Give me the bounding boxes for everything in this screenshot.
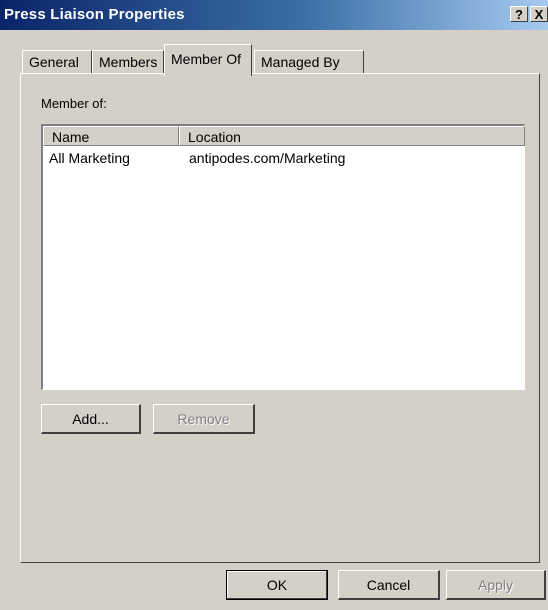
member-of-list[interactable]: Name Location All Marketing antipodes.co… [41,124,525,390]
ok-button[interactable]: OK [226,570,328,600]
add-button[interactable]: Add... [41,404,141,434]
column-header-location[interactable]: Location [179,126,525,146]
list-item-location: antipodes.com/Marketing [189,150,346,166]
apply-button[interactable]: Apply [446,570,546,600]
cancel-button[interactable]: Cancel [338,570,440,600]
help-button[interactable]: ? [510,6,528,22]
close-button[interactable]: X [530,6,548,22]
tab-member-of[interactable]: Member Of [164,44,252,76]
list-item-name: All Marketing [49,150,130,166]
list-header: Name Location [43,126,525,146]
window-title: Press Liaison Properties [4,6,185,23]
title-bar[interactable]: Press Liaison Properties ? X [0,0,548,30]
member-of-label: Member of: [41,96,107,111]
tab-members[interactable]: Members [92,50,164,74]
tab-general[interactable]: General [22,50,92,74]
properties-dialog: Press Liaison Properties ? X General Mem… [0,0,548,610]
list-item[interactable]: All Marketing antipodes.com/Marketing [43,150,524,168]
tab-managed-by[interactable]: Managed By [254,50,364,74]
column-header-name[interactable]: Name [43,126,179,146]
member-of-panel: Member of: Name Location All Marketing a… [20,73,540,563]
remove-button[interactable]: Remove [153,404,255,434]
